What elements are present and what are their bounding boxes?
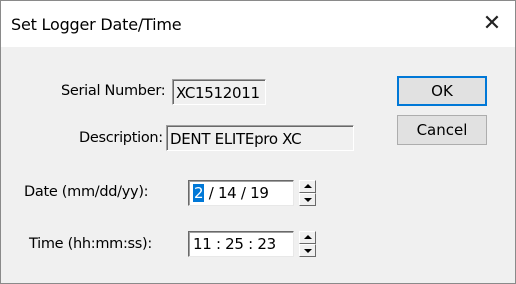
date-spinner[interactable] [299, 180, 316, 206]
date-label: Date (mm/dd/yy): [24, 184, 149, 200]
date-spin-up-button[interactable] [299, 180, 316, 193]
arrow-down-icon [304, 198, 312, 202]
time-spinner[interactable] [299, 231, 316, 257]
date-rest: / 14 / 19 [208, 184, 269, 202]
time-label: Time (hh:mm:ss): [29, 236, 153, 252]
title-bar: Set Logger Date/Time ✕ [1, 1, 515, 47]
date-input[interactable]: 2 / 14 / 19 [188, 180, 294, 206]
time-input[interactable]: 11 : 25 : 23 [188, 231, 294, 257]
arrow-up-icon [304, 235, 312, 239]
description-label: Description: [79, 130, 163, 146]
arrow-down-icon [304, 249, 312, 253]
date-spin-down-button[interactable] [299, 193, 316, 206]
serial-number-field: XC1512011 [172, 79, 266, 105]
serial-number-label: Serial Number: [61, 83, 166, 99]
description-field: DENT ELITEpro XC [166, 125, 354, 151]
close-icon[interactable]: ✕ [477, 10, 507, 38]
date-month-selected: 2 [193, 184, 205, 202]
cancel-button[interactable]: Cancel [397, 115, 487, 145]
time-spin-up-button[interactable] [299, 231, 316, 244]
ok-button[interactable]: OK [397, 76, 487, 106]
time-spin-down-button[interactable] [299, 244, 316, 257]
arrow-up-icon [304, 184, 312, 188]
dialog-title: Set Logger Date/Time [11, 15, 182, 34]
set-logger-datetime-dialog: Set Logger Date/Time ✕ Serial Number: XC… [0, 0, 516, 284]
